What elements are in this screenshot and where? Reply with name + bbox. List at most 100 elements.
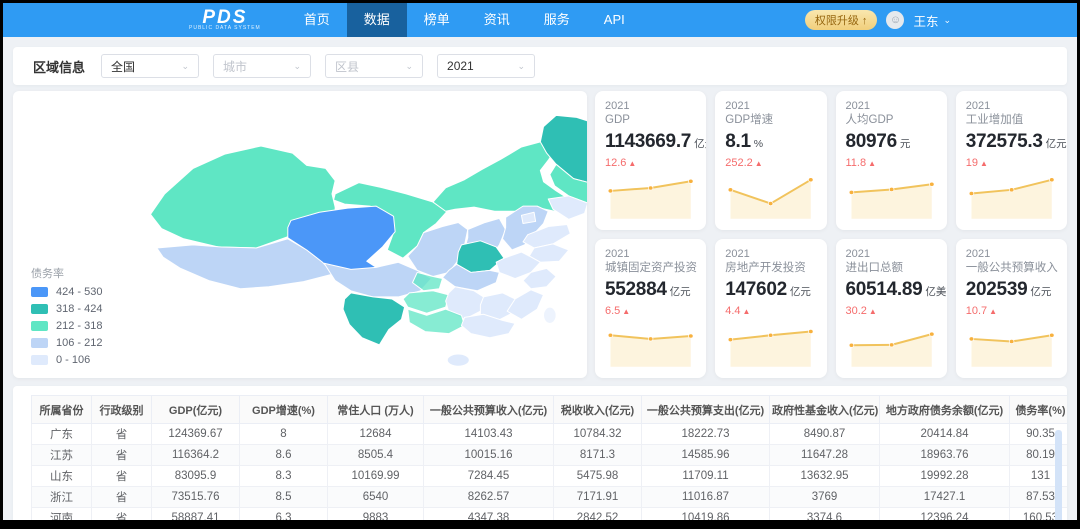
province-guangxi[interactable] xyxy=(408,309,465,333)
nav-item-4[interactable]: 服务 xyxy=(527,3,587,37)
delta-value: 12.6 xyxy=(605,157,627,169)
table-cell: 83095.9 xyxy=(151,465,240,487)
filter-select-3[interactable]: 2021 ⌄ xyxy=(437,54,536,78)
nav-item-3[interactable]: 资讯 xyxy=(467,3,527,37)
arrow-up-icon: ▲ xyxy=(868,307,877,316)
table-header-row: 所属省份 行政级别 GDP(亿元) GDP增速(%) 常住人口 (万人) 一般公共预算收入… xyxy=(31,395,1067,424)
filter-select-2[interactable]: 区县 ⌄ xyxy=(325,54,424,78)
user-avatar-icon: ☺ xyxy=(886,11,905,29)
table-cell: 12684 xyxy=(327,423,424,445)
table-cell: 6540 xyxy=(327,486,424,508)
table-row-江苏[interactable]: 江苏省 116364.2 8.6 8505.4 10015.16 8171.3 14585.… xyxy=(31,444,1067,466)
table-row-河南[interactable]: 河南省 58887.41 6.3 9883 4347.38 2842.52 10419.86… xyxy=(31,507,1067,520)
card-value-row: 552884 亿元 xyxy=(605,279,696,301)
table-cell: 8.5 xyxy=(239,486,328,508)
table-cell: 58887.41 xyxy=(151,507,240,520)
table-cell: 6.3 xyxy=(239,507,328,520)
province-hainan[interactable] xyxy=(447,354,469,366)
card-metric-label: 一般公共预算收入 xyxy=(965,262,1058,274)
card-value-row: 80976 元 xyxy=(846,131,937,153)
card-unit: % xyxy=(753,138,764,150)
card-value: 8.1 xyxy=(725,131,751,152)
legend-swatch xyxy=(31,321,48,331)
app-logo[interactable]: PDS PUBLIC DATA SYSTEM xyxy=(189,3,261,37)
card-value: 552884 xyxy=(605,279,667,300)
stat-card-0: 2021 GDP 1143669.7亿元 12.6▲ xyxy=(595,91,707,230)
arrow-up-icon: ▲ xyxy=(980,159,988,168)
card-metric-label: 进出口总额 xyxy=(845,262,904,274)
stat-card-3: 2021 工业增加值 372575.3 亿元 19 ▲ xyxy=(955,91,1067,230)
user-menu[interactable]: 王东 ⌄ xyxy=(913,11,951,30)
table-cell: 9883 xyxy=(327,507,424,520)
table-cell: 18963.76 xyxy=(879,444,1010,466)
table-cell: 124369.67 xyxy=(151,423,240,445)
province-guangdong[interactable] xyxy=(461,314,515,337)
card-unit: 亿元 xyxy=(669,286,691,298)
legend-swatch xyxy=(31,338,48,348)
card-delta: 252.2 ▲ xyxy=(725,157,816,169)
delta-value: 252.2 xyxy=(725,157,753,169)
card-unit: 亿元 xyxy=(1045,138,1067,150)
upgrade-badge[interactable]: 权限升级 ↑ xyxy=(804,10,878,30)
table-cell: 7284.45 xyxy=(423,465,554,487)
stat-card-4: 2021 城镇固定资产投资 552884 亿元 6.5 ▲ xyxy=(595,239,707,378)
card-value: 372575.3 xyxy=(965,131,1043,152)
card-metric-label: 人均GDP xyxy=(845,114,894,126)
province-taiwan[interactable] xyxy=(544,307,557,323)
trend-sparkline xyxy=(607,332,694,367)
card-year: 2021 xyxy=(725,248,750,260)
table-cell: 5475.98 xyxy=(553,465,642,487)
trend-sparkline xyxy=(968,177,1055,219)
table-cell: 8262.57 xyxy=(423,486,554,508)
select-value: 区县 xyxy=(335,59,360,74)
province-yunnan[interactable] xyxy=(343,293,405,345)
table-cell: 河南 xyxy=(31,507,92,520)
nav-item-5[interactable]: API xyxy=(587,3,642,37)
table-cell: 11016.87 xyxy=(641,486,770,508)
table-cell: 8.6 xyxy=(239,444,328,466)
table-row-浙江[interactable]: 浙江省 73515.76 8.5 6540 8262.57 7171.91 11016.87… xyxy=(31,486,1067,508)
table-cell: 8 xyxy=(239,423,328,445)
table-cell: 8505.4 xyxy=(327,444,424,466)
nav-item-0[interactable]: 首页 xyxy=(287,3,347,37)
table-col-header-0: 所属省份 xyxy=(31,395,92,424)
delta-value: 19 xyxy=(965,157,978,169)
province-fujian[interactable] xyxy=(507,290,543,320)
card-value: 80976 xyxy=(845,131,898,152)
table-row-广东[interactable]: 广东省 124369.67 8 12684 14103.43 10784.32 18222.… xyxy=(31,423,1067,445)
filter-select-1[interactable]: 城市 ⌄ xyxy=(213,54,312,78)
card-year: 2021 xyxy=(845,248,870,260)
filter-select-0[interactable]: 全国 ⌄ xyxy=(101,54,200,78)
table-cell: 11709.11 xyxy=(641,465,770,487)
nav-item-2[interactable]: 榜单 xyxy=(407,3,467,37)
card-delta: 6.5 ▲ xyxy=(605,305,696,317)
card-value: 60514.89 xyxy=(845,279,923,300)
table-col-header-9: 地方政府债务余额(亿元) xyxy=(879,395,1010,424)
card-delta: 10.7 ▲ xyxy=(966,305,1057,317)
legend-item-3: 106 - 212 xyxy=(31,337,102,349)
nav-item-1[interactable]: 数据 xyxy=(346,3,407,37)
table-cell: 10015.16 xyxy=(423,444,554,466)
table-cell: 11647.28 xyxy=(769,444,880,466)
table-cell: 20414.84 xyxy=(879,423,1010,445)
table-scrollbar[interactable] xyxy=(1055,430,1062,520)
delta-value: 4.4 xyxy=(725,305,741,317)
table-cell: 12396.24 xyxy=(879,507,1010,520)
table-cell: 山东 xyxy=(31,465,92,487)
delta-value: 6.5 xyxy=(605,305,621,317)
legend-swatch xyxy=(31,304,48,314)
card-unit: 亿元 xyxy=(1030,286,1052,298)
table-cell: 10419.86 xyxy=(641,507,770,520)
stat-card-grid: 2021GDP1143669.7亿元12.6▲2021GDP增速8.1%252.… xyxy=(595,91,1067,378)
table-row-山东[interactable]: 山东省 83095.9 8.3 10169.99 7284.45 5475.98 11709… xyxy=(31,465,1067,487)
chevron-down-icon: ⌄ xyxy=(181,60,190,71)
card-delta: 19 ▲ xyxy=(966,157,1057,169)
card-delta: 4.4 ▲ xyxy=(725,305,816,317)
table-col-header-7: 一般公共预算支出(亿元) xyxy=(641,395,770,424)
trend-sparkline xyxy=(848,181,935,219)
legend-item-1: 318 - 424 xyxy=(31,303,102,315)
table-cell: 8171.3 xyxy=(553,444,642,466)
chevron-down-icon: ⌄ xyxy=(943,14,951,25)
table-cell: 3374.6 xyxy=(769,507,880,520)
arrow-up-icon: ▲ xyxy=(989,307,998,316)
